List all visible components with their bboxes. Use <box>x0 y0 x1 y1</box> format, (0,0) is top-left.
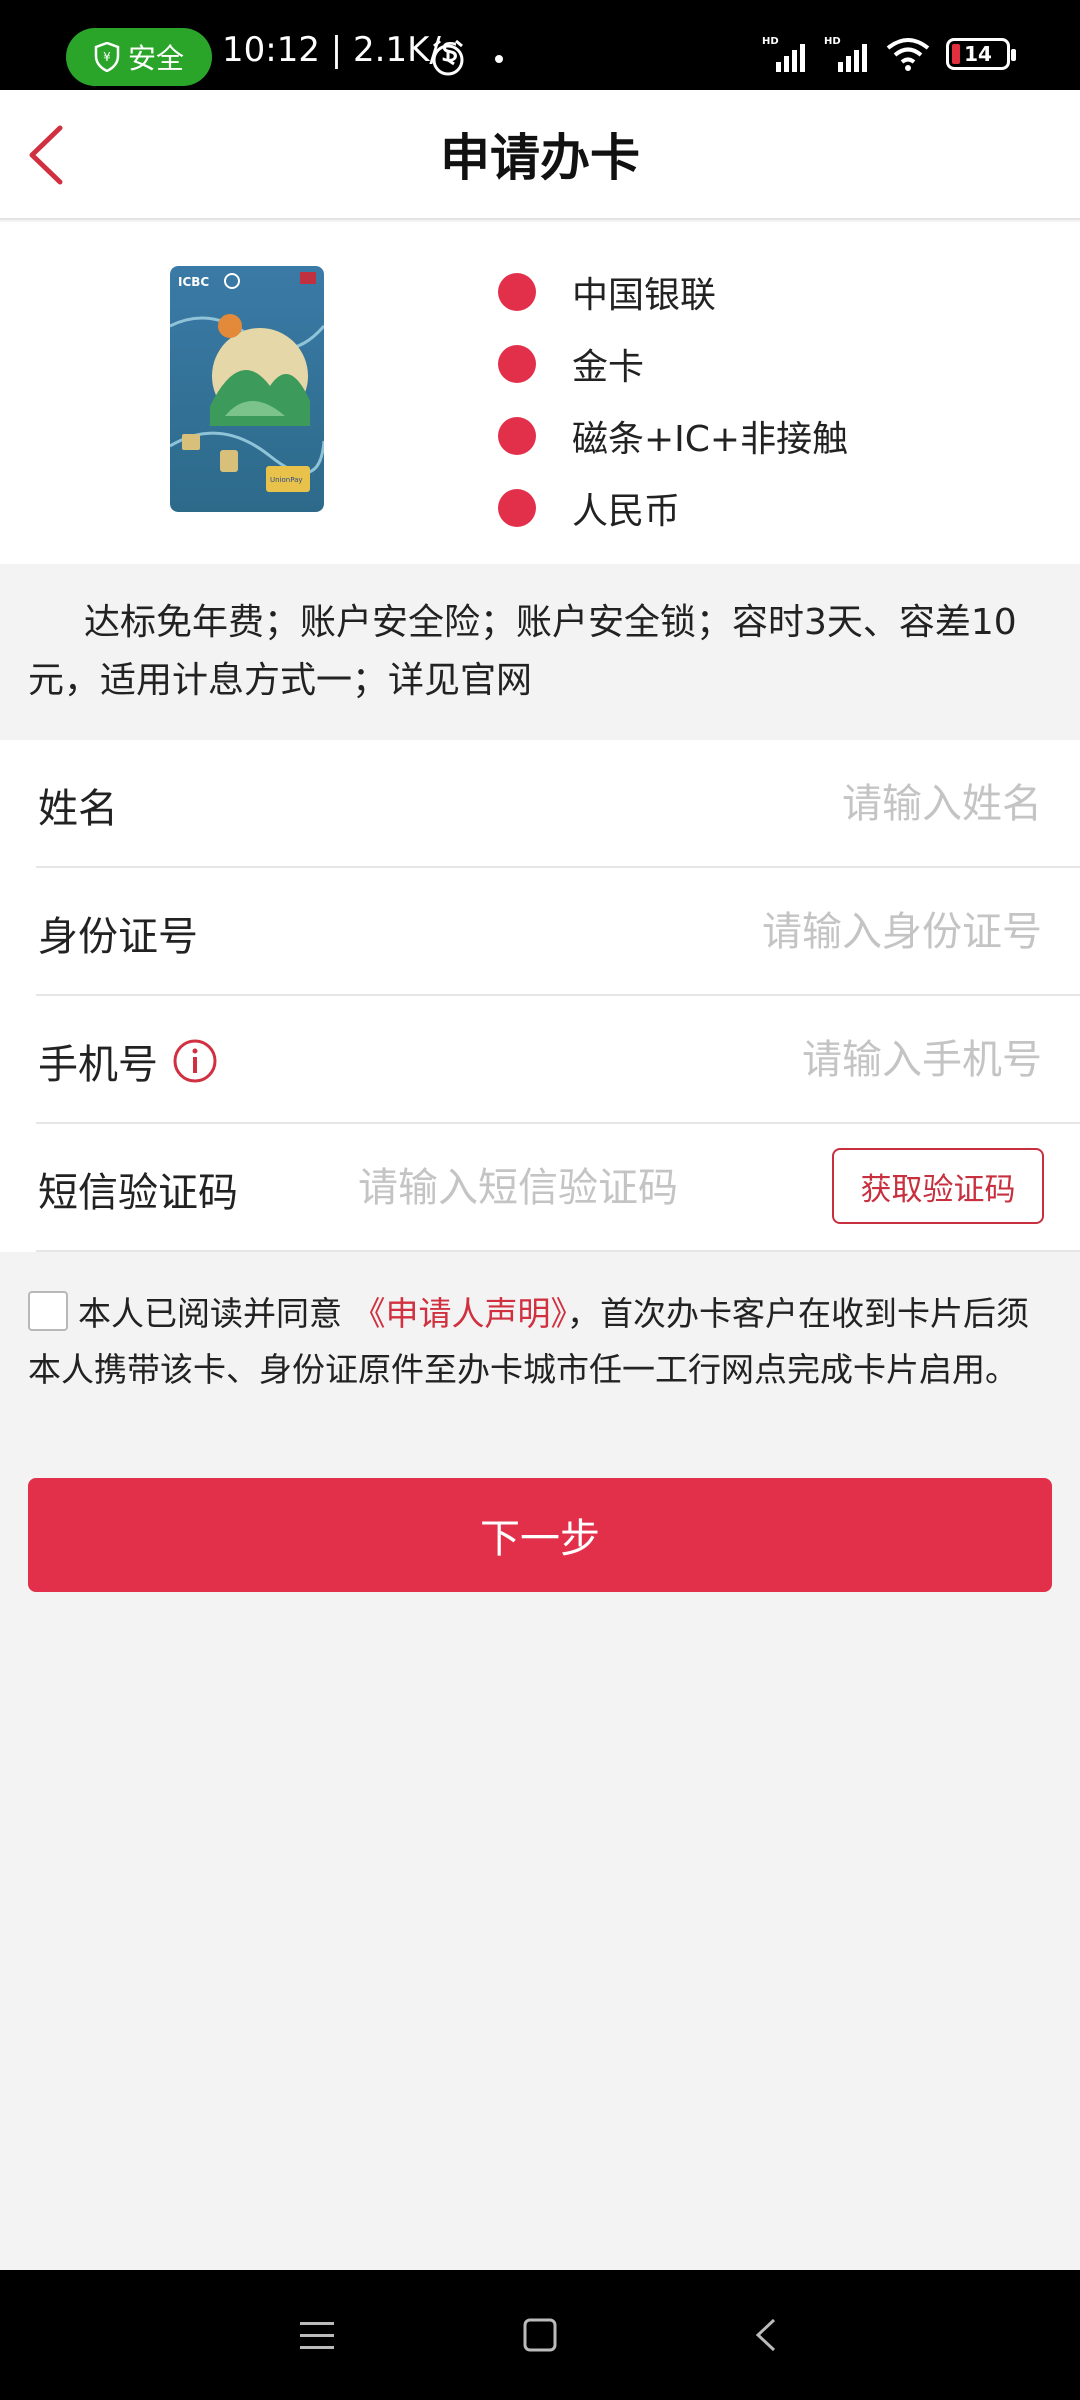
card-description: 达标免年费；账户安全险；账户安全锁；容时3天、容差10元，适用计息方式一；详见官… <box>0 564 1080 740</box>
status-bar: ¥ 安全 10:12 | 2.1K/s HD HD 14 <box>0 0 1080 90</box>
id-number-input[interactable] <box>482 896 1042 968</box>
svg-text:¥: ¥ <box>103 50 111 64</box>
security-status-label: 安全 <box>127 42 184 75</box>
menu-icon[interactable] <box>292 2310 342 2360</box>
feature-label: 人民币 <box>572 491 681 532</box>
wifi-icon <box>886 38 930 71</box>
agreement-text: 本人已阅读并同意 《申请人声明》，首次办卡客户在收到卡片后须本人携带该卡、身份证… <box>28 1286 1058 1398</box>
status-time-speed: 10:12 | 2.1K/s <box>222 30 459 70</box>
battery-level: 14 <box>964 42 992 66</box>
feature-label: 中国银联 <box>572 275 717 316</box>
list-item: 中国银联 <box>498 256 848 328</box>
signal-hd-icon-2: HD <box>824 36 867 72</box>
name-row: 姓名 <box>36 740 1080 868</box>
signal-hd-icon: HD <box>762 36 805 72</box>
applicant-statement-link[interactable]: 《申请人声明》 <box>353 1294 568 1333</box>
get-sms-code-button[interactable]: 获取验证码 <box>832 1148 1044 1224</box>
status-indicators: HD HD 14 <box>762 34 1016 74</box>
application-form: 姓名 身份证号 手机号 短信验证码 获取验证码 <box>0 740 1080 1252</box>
bullet-dot <box>498 273 536 311</box>
svg-text:HD: HD <box>824 36 841 47</box>
phone-input[interactable] <box>482 1024 1042 1096</box>
card-info-section: ICBC UnionPay 中国银联 金卡 磁条+IC+非接触 人民币 <box>0 222 1080 564</box>
svg-text:ICBC: ICBC <box>178 275 209 289</box>
card-feature-list: 中国银联 金卡 磁条+IC+非接触 人民币 <box>498 256 848 544</box>
next-step-button[interactable]: 下一步 <box>28 1478 1052 1592</box>
battery-icon: 14 <box>946 38 1016 70</box>
phone-label: 手机号 <box>38 1042 158 1088</box>
page-title: 申请办卡 <box>440 129 640 187</box>
list-item: 金卡 <box>498 328 848 400</box>
feature-label: 磁条+IC+非接触 <box>572 419 849 460</box>
sms-code-input[interactable] <box>358 1152 778 1224</box>
alarm-icon <box>432 39 464 76</box>
bullet-dot <box>498 489 536 527</box>
credit-card-image: ICBC UnionPay <box>170 266 324 512</box>
list-item: 人民币 <box>498 472 848 544</box>
shield-icon: ¥ <box>94 42 120 72</box>
id-row: 身份证号 <box>36 868 1080 996</box>
feature-label: 金卡 <box>572 347 645 388</box>
home-icon[interactable] <box>515 2310 565 2360</box>
svg-text:HD: HD <box>762 36 779 47</box>
sms-row: 短信验证码 获取验证码 <box>36 1124 1080 1252</box>
svg-text:UnionPay: UnionPay <box>270 476 303 484</box>
notification-dot <box>495 55 503 63</box>
system-nav-bar <box>0 2270 1080 2400</box>
security-status-pill[interactable]: ¥ 安全 <box>66 28 212 86</box>
id-number-label: 身份证号 <box>38 914 198 960</box>
agreement-prefix: 本人已阅读并同意 <box>78 1294 342 1333</box>
back-icon[interactable] <box>742 2310 792 2360</box>
bullet-dot <box>498 417 536 455</box>
info-icon[interactable] <box>172 1038 218 1084</box>
bullet-dot <box>498 345 536 383</box>
name-label: 姓名 <box>38 786 118 832</box>
sms-code-label: 短信验证码 <box>38 1170 238 1216</box>
header: 申请办卡 <box>0 90 1080 220</box>
phone-label-group: 手机号 <box>38 1032 218 1090</box>
phone-row: 手机号 <box>36 996 1080 1124</box>
name-input[interactable] <box>482 768 1042 840</box>
list-item: 磁条+IC+非接触 <box>498 400 848 472</box>
agreement-checkbox[interactable] <box>28 1291 68 1331</box>
